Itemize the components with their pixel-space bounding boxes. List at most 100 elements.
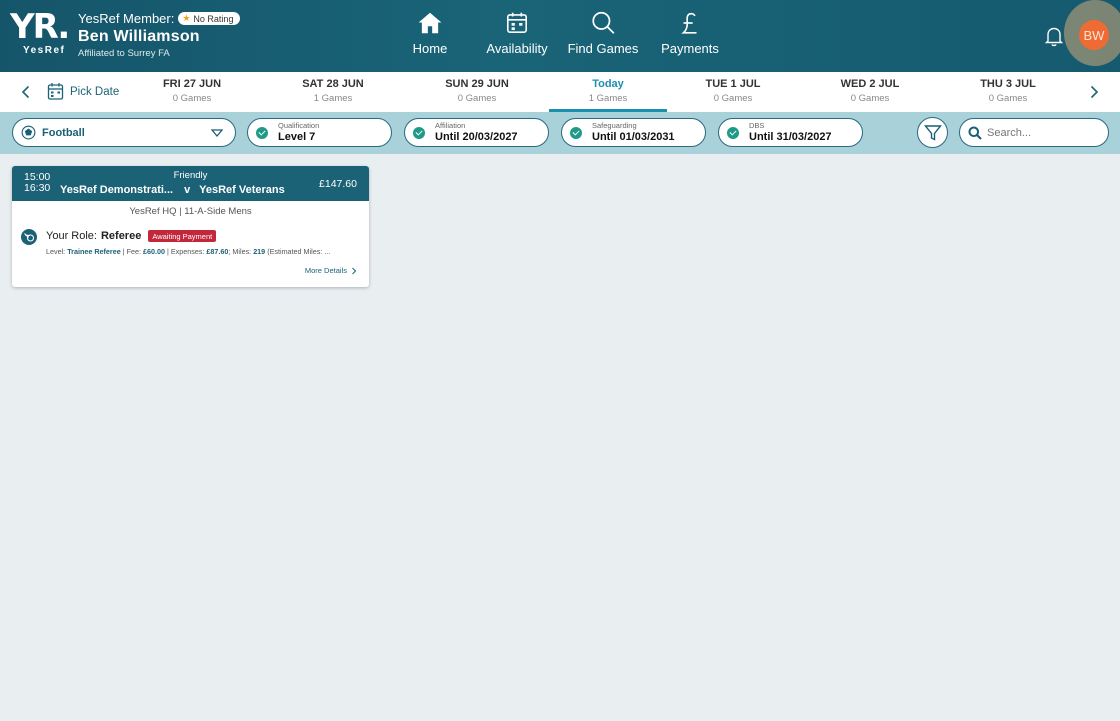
search-input[interactable] xyxy=(987,126,1097,139)
estimated-miles: (Estimated Miles: ... xyxy=(267,247,331,256)
qualification-value: Level 7 xyxy=(278,130,316,143)
date-tab-label: Today xyxy=(592,78,624,90)
versus-label: v xyxy=(184,184,191,196)
affiliation-status[interactable]: Affiliation Until 20/03/2027 xyxy=(404,118,549,147)
more-details-link[interactable]: More Details xyxy=(305,266,357,275)
date-tab-today[interactable]: Today 1 Games xyxy=(549,78,667,104)
date-tab-label: WED 2 JUL xyxy=(840,78,900,90)
date-tab-thu-3-jul[interactable]: THU 3 JUL 0 Games xyxy=(949,78,1067,104)
expenses-value: £87.60 xyxy=(206,247,229,256)
check-circle-icon xyxy=(727,126,739,139)
date-tab-count: 0 Games xyxy=(172,93,212,104)
filter-bar: Football Qualification Level 7 Affiliati… xyxy=(0,112,1120,154)
sport-select[interactable]: Football xyxy=(12,118,236,147)
home-team: YesRef Demonstrati... xyxy=(60,184,174,196)
fee-label: Fee: xyxy=(126,247,141,256)
chevron-down-icon xyxy=(211,129,223,138)
check-circle-icon xyxy=(413,126,425,139)
date-tab-label: SAT 28 JUN xyxy=(302,78,364,90)
date-tab-count: 0 Games xyxy=(850,93,890,104)
star-icon: ★ xyxy=(182,13,191,23)
date-tab-count: 1 Games xyxy=(313,93,353,104)
rating-badge: ★ No Rating xyxy=(178,12,241,25)
dbs-label: DBS xyxy=(749,121,765,131)
chevron-left-icon[interactable] xyxy=(19,84,33,100)
date-tab-label: THU 3 JUL xyxy=(980,78,1036,90)
nav-payments[interactable]: Payments xyxy=(659,10,721,56)
date-tab-count: 0 Games xyxy=(713,93,753,104)
nav-availability-label: Availability xyxy=(486,41,548,56)
away-team: YesRef Veterans xyxy=(199,184,285,196)
logo-mark: YR. xyxy=(10,7,70,47)
date-tab-wed-2-jul[interactable]: WED 2 JUL 0 Games xyxy=(811,78,929,104)
date-tab-sun-29-jun[interactable]: SUN 29 JUN 0 Games xyxy=(418,78,536,104)
date-bar: Pick Date FRI 27 JUN 0 Games SAT 28 JUN … xyxy=(0,72,1120,112)
check-circle-icon xyxy=(256,126,268,139)
dbs-value: Until 31/03/2027 xyxy=(749,130,832,143)
safeguarding-value: Until 01/03/2031 xyxy=(592,130,675,143)
role-value: Referee xyxy=(100,230,142,242)
affiliation-value: Until 20/03/2027 xyxy=(435,130,518,143)
affiliation-label: Affiliation xyxy=(435,121,466,131)
game-end-time: 16:30 xyxy=(24,182,51,194)
date-tab-label: FRI 27 JUN xyxy=(162,78,222,90)
member-affiliation: Affiliated to Surrey FA xyxy=(78,48,170,59)
app-header: YR. YesRef YesRef Member: ★ No Rating Be… xyxy=(0,0,1120,72)
level-value: Trainee Referee xyxy=(67,247,121,256)
nav-find-games-label: Find Games xyxy=(567,41,639,56)
bell-icon[interactable] xyxy=(1044,25,1064,47)
miles-value: 219 xyxy=(253,247,266,256)
date-tab-count: 1 Games xyxy=(588,93,628,104)
game-card[interactable]: 15:00 16:30 Friendly YesRef Demonstrati.… xyxy=(12,166,369,287)
more-details-label: More Details xyxy=(304,266,347,275)
date-tab-count: 0 Games xyxy=(457,93,497,104)
date-tab-count: 0 Games xyxy=(988,93,1028,104)
nav-home-label: Home xyxy=(412,41,448,56)
search-icon xyxy=(592,11,615,34)
qualification-status[interactable]: Qualification Level 7 xyxy=(247,118,392,147)
funnel-icon xyxy=(923,124,942,141)
nav-payments-label: Payments xyxy=(661,41,719,56)
fee-value: £60.00 xyxy=(143,247,165,256)
sport-select-value: Football xyxy=(42,126,85,139)
nav-home[interactable]: Home xyxy=(410,10,450,56)
search-box[interactable] xyxy=(959,118,1109,147)
filter-button[interactable] xyxy=(917,117,948,148)
check-circle-icon xyxy=(570,126,582,139)
pick-date-label: Pick Date xyxy=(70,85,120,98)
whistle-icon xyxy=(21,229,37,245)
chevron-right-icon xyxy=(352,267,357,274)
game-card-header: 15:00 16:30 Friendly YesRef Demonstrati.… xyxy=(12,166,369,201)
date-tab-tue-1-jul[interactable]: TUE 1 JUL 0 Games xyxy=(674,78,792,104)
nav-find-games[interactable]: Find Games xyxy=(567,10,639,56)
date-tab-fri-27-jun[interactable]: FRI 27 JUN 0 Games xyxy=(133,78,251,104)
date-tab-label: TUE 1 JUL xyxy=(705,78,761,90)
game-total-price: £147.60 xyxy=(319,178,357,190)
status-badge: Awaiting Payment xyxy=(148,230,217,242)
level-label: Level: xyxy=(46,247,66,256)
member-label: YesRef Member: xyxy=(78,11,175,26)
safeguarding-status[interactable]: Safeguarding Until 01/03/2031 xyxy=(561,118,706,147)
avatar[interactable]: BW xyxy=(1079,20,1109,50)
role-line: Your Role: Referee Awaiting Payment xyxy=(46,230,217,242)
qualification-label: Qualification xyxy=(278,121,320,131)
football-icon xyxy=(21,125,36,140)
dbs-status[interactable]: DBS Until 31/03/2027 xyxy=(718,118,863,147)
calendar-icon xyxy=(506,12,528,34)
member-name: Ben Williamson xyxy=(78,28,200,45)
pound-icon xyxy=(681,12,697,34)
pick-date-button[interactable]: Pick Date xyxy=(47,82,119,101)
chevron-right-icon[interactable] xyxy=(1087,84,1101,100)
nav-availability[interactable]: Availability xyxy=(484,10,550,56)
search-icon xyxy=(968,126,982,140)
date-tab-label: SUN 29 JUN xyxy=(445,78,509,90)
role-label: Your Role: xyxy=(46,230,97,242)
yesref-logo[interactable]: YR. YesRef xyxy=(10,10,70,60)
safeguarding-label: Safeguarding xyxy=(592,121,637,131)
rating-label: No Rating xyxy=(193,13,234,24)
calendar-icon xyxy=(47,83,64,100)
game-fee-details: Level: Trainee Referee | Fee: £60.00 | E… xyxy=(46,247,331,256)
member-info: YesRef Member: ★ No Rating Ben Williamso… xyxy=(78,11,241,59)
miles-label: Miles: xyxy=(232,247,252,256)
date-tab-sat-28-jun[interactable]: SAT 28 JUN 1 Games xyxy=(274,78,392,104)
